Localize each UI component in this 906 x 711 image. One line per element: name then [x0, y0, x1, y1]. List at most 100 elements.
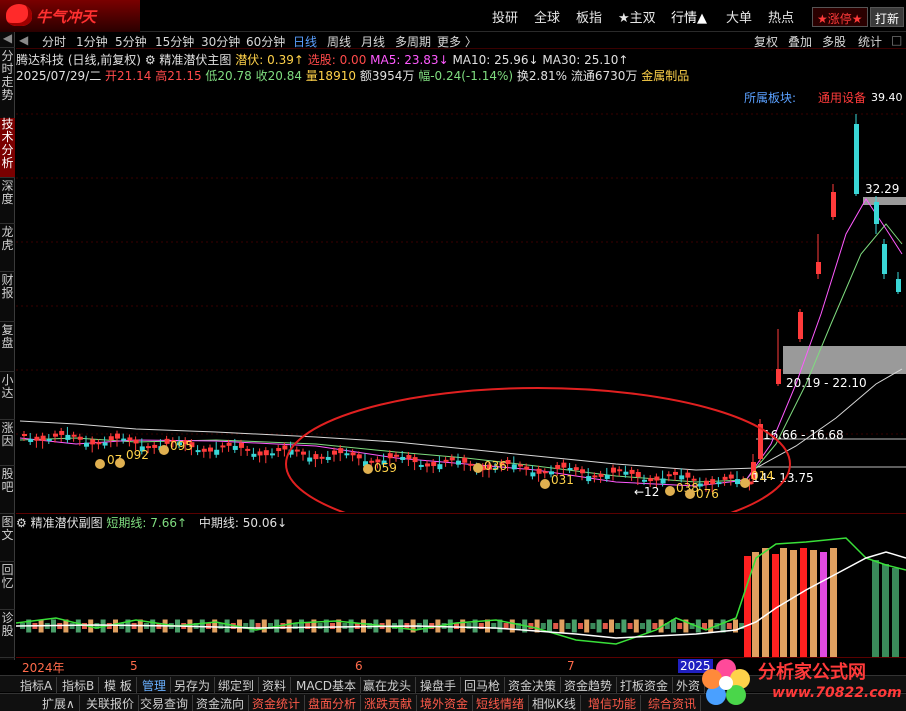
- candle-body: [356, 454, 362, 459]
- money-bag-icon: [473, 463, 483, 473]
- gear-icon[interactable]: ⚙: [145, 53, 160, 67]
- ipo-button[interactable]: 打新: [870, 7, 905, 27]
- period-toolbar: ◀ 分时 1分钟 5分钟 15分钟 30分钟 60分钟 日线 周线 月线 多周期…: [16, 32, 906, 49]
- sub-bar: [584, 619, 590, 633]
- period-monthly[interactable]: 月线: [361, 33, 385, 50]
- app-logo[interactable]: 牛气冲天: [0, 0, 140, 32]
- tab-template[interactable]: 模 板: [104, 677, 137, 694]
- candle-body: [735, 479, 740, 485]
- period-60min[interactable]: 60分钟: [246, 33, 285, 50]
- tab-dragon-tiger[interactable]: 龙虎: [0, 226, 15, 272]
- sub-indicator-chart[interactable]: [16, 530, 906, 657]
- quote-open: 开21.14: [105, 69, 152, 83]
- tab-diagnose[interactable]: 诊股: [0, 612, 15, 658]
- sub-bar: [892, 568, 899, 657]
- tab-technical[interactable]: 技术分析: [0, 118, 15, 178]
- tab-overseas-fund[interactable]: 境外资金: [420, 695, 474, 711]
- multi-stock-button[interactable]: 多股: [822, 33, 846, 50]
- short-line-label: 短期线:: [106, 516, 147, 530]
- tab-fund-trend[interactable]: 资金趋势: [564, 677, 618, 694]
- overlay-button[interactable]: 叠加: [788, 33, 812, 50]
- tab-fund-flow[interactable]: 资金流向: [196, 695, 250, 711]
- period-more[interactable]: 更多 〉: [437, 33, 477, 50]
- period-1min[interactable]: 1分钟: [76, 33, 108, 50]
- candle-body: [164, 438, 170, 444]
- tab-credit-features[interactable]: 增信功能: [588, 695, 642, 711]
- tab-bind-to[interactable]: 绑定到: [218, 677, 260, 694]
- tab-rise-reason[interactable]: 涨因: [0, 422, 15, 466]
- tab-pullback[interactable]: 回马枪: [464, 677, 506, 694]
- signal-label: 076: [696, 487, 719, 501]
- tab-save-as[interactable]: 另存为: [174, 677, 216, 694]
- nav-global[interactable]: 全球: [534, 7, 560, 26]
- tab-limit-fund[interactable]: 打板资金: [620, 677, 674, 694]
- period-15min[interactable]: 15分钟: [155, 33, 194, 50]
- tab-contribution[interactable]: 涨跌贡献: [364, 695, 418, 711]
- sub-bar: [460, 619, 466, 633]
- tab-trade-query[interactable]: 交易查询: [140, 695, 194, 711]
- candle-body: [710, 479, 716, 485]
- period-daily[interactable]: 日线: [293, 33, 317, 50]
- period-intraday[interactable]: 分时: [42, 33, 66, 50]
- tab-financials[interactable]: 财报: [0, 274, 15, 322]
- tab-indicator-a[interactable]: 指标A: [20, 677, 58, 694]
- nav-research[interactable]: 投研: [492, 7, 518, 26]
- candle-body: [642, 479, 647, 482]
- nav-main-double[interactable]: ★主双: [618, 7, 656, 26]
- nav-big-orders[interactable]: 大单: [726, 7, 752, 26]
- candle-body: [65, 434, 71, 440]
- sub-bar: [677, 623, 683, 629]
- nav-board-index[interactable]: 板指: [576, 7, 602, 26]
- tab-market-analysis[interactable]: 盘面分析: [308, 695, 362, 711]
- collapse-arrow-icon[interactable]: ◀: [19, 33, 28, 47]
- tab-forum[interactable]: 股吧: [0, 468, 15, 514]
- tab-win-leader[interactable]: 赢在龙头: [363, 677, 417, 694]
- candle-body: [84, 442, 89, 447]
- collapse-arrow-icon[interactable]: ◀: [0, 32, 15, 48]
- candle-body: [635, 472, 641, 478]
- tab-manage[interactable]: 管理: [142, 677, 172, 694]
- tab-graphic[interactable]: 图文: [0, 516, 15, 562]
- period-multi[interactable]: 多周期: [395, 33, 431, 50]
- gear-icon[interactable]: ⚙: [16, 516, 31, 530]
- candle-body: [301, 451, 306, 455]
- tab-fund-decision[interactable]: 资金决策: [508, 677, 562, 694]
- sub-bar: [261, 619, 267, 633]
- tab-news[interactable]: 综合资讯: [648, 695, 702, 711]
- zone-price-label: 20.19 - 22.10: [786, 376, 867, 390]
- main-kline-chart[interactable]: 所属板块: 通用设备 39.40 32.29 20.19 - 22.10 16.…: [16, 84, 906, 512]
- board-value[interactable]: 通用设备: [818, 91, 866, 105]
- tab-depth[interactable]: 深度: [0, 180, 15, 224]
- tab-macd[interactable]: MACD基本: [296, 677, 361, 694]
- tab-profile[interactable]: 资料: [262, 677, 292, 694]
- close-icon[interactable]: □: [891, 33, 902, 47]
- quote-sector[interactable]: 金属制品: [641, 69, 689, 83]
- sub-bar: [872, 560, 879, 657]
- adjust-button[interactable]: 复权: [754, 33, 778, 50]
- sub-bar: [652, 623, 658, 629]
- tab-indicator-b[interactable]: 指标B: [62, 677, 100, 694]
- period-5min[interactable]: 5分钟: [115, 33, 147, 50]
- tab-short-sentiment[interactable]: 短线情绪: [476, 695, 530, 711]
- tab-recall[interactable]: 回忆: [0, 564, 15, 610]
- period-weekly[interactable]: 周线: [327, 33, 351, 50]
- sub-bar: [565, 623, 571, 629]
- tab-expand[interactable]: 扩展∧: [42, 695, 80, 711]
- nav-quotes[interactable]: 行情▲: [671, 7, 707, 26]
- tab-review[interactable]: 复盘: [0, 324, 15, 372]
- limit-up-button[interactable]: ★涨停★: [812, 7, 868, 27]
- sub-indicator-name[interactable]: 精准潜伏副图: [31, 516, 103, 530]
- indicator-name[interactable]: 精准潜伏主图: [159, 53, 231, 67]
- quote-volume: 量18910: [305, 69, 356, 83]
- period-30min[interactable]: 30分钟: [201, 33, 240, 50]
- candle-body: [270, 453, 275, 456]
- tab-trader[interactable]: 操盘手: [420, 677, 462, 694]
- sub-bar: [609, 619, 614, 633]
- stats-button[interactable]: 统计: [858, 33, 882, 50]
- tab-fund-stats[interactable]: 资金统计: [252, 695, 306, 711]
- candle-body: [874, 202, 879, 224]
- tab-xiaoda[interactable]: 小达: [0, 374, 15, 420]
- nav-hotspots[interactable]: 热点: [768, 7, 794, 26]
- tab-related-quotes[interactable]: 关联报价: [86, 695, 140, 711]
- tab-similar-kline[interactable]: 相似K线: [532, 695, 581, 711]
